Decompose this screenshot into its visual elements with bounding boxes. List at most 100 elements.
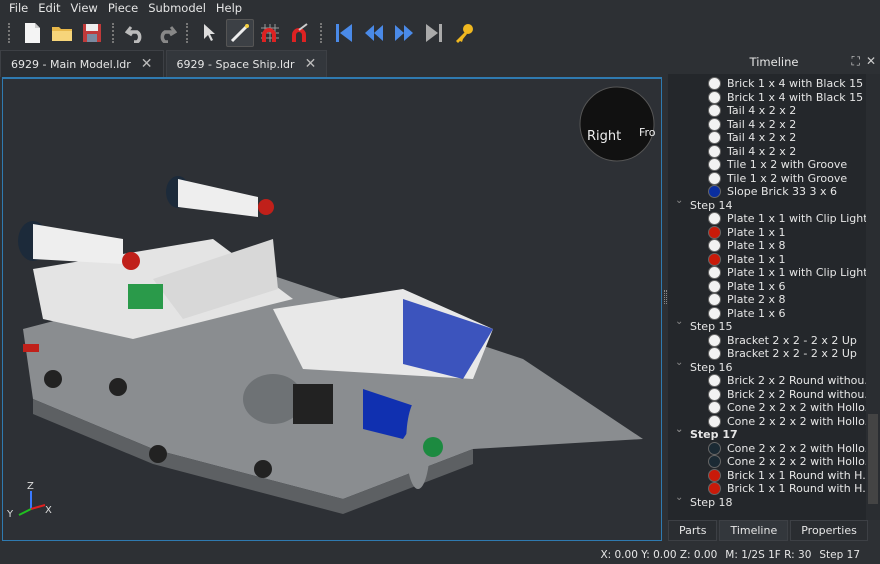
color-swatch-icon bbox=[708, 482, 721, 496]
timeline-piece[interactable]: Slope Brick 33 3 x 6 bbox=[668, 185, 866, 199]
timeline-piece[interactable]: Brick 2 x 2 Round withou... bbox=[668, 387, 866, 402]
timeline-piece[interactable]: Bracket 2 x 2 - 2 x 2 Up bbox=[668, 347, 866, 361]
color-swatch-icon bbox=[708, 158, 721, 172]
item-label: Plate 1 x 8 bbox=[727, 239, 786, 253]
timeline-piece[interactable]: Brick 1 x 4 with Black 15 ... bbox=[668, 77, 866, 91]
tab-timeline[interactable]: Timeline bbox=[719, 520, 789, 541]
item-label: Plate 1 x 1 bbox=[727, 252, 786, 266]
timeline-step[interactable]: Step 14 bbox=[668, 195, 866, 213]
timeline-step[interactable]: Step 15 bbox=[668, 316, 866, 334]
timeline-step[interactable]: Step 16 bbox=[668, 357, 866, 375]
view-sphere[interactable]: Right Fro bbox=[579, 86, 656, 162]
next-step-icon[interactable] bbox=[390, 19, 418, 47]
timeline-piece[interactable]: Cone 2 x 2 x 2 with Hollo... bbox=[668, 414, 866, 429]
color-swatch-icon bbox=[708, 333, 721, 347]
tab-parts[interactable]: Parts bbox=[668, 520, 718, 541]
item-label: Tail 4 x 2 x 2 bbox=[727, 104, 797, 118]
timeline-piece[interactable]: Plate 1 x 1 with Clip Light... bbox=[668, 212, 866, 226]
tab-properties[interactable]: Properties bbox=[790, 520, 868, 541]
color-swatch-icon bbox=[708, 347, 721, 361]
close-icon[interactable]: ✕ bbox=[866, 54, 876, 69]
close-icon[interactable]: ✕ bbox=[141, 56, 153, 72]
item-label: Step 17 bbox=[690, 428, 738, 442]
timeline-tree[interactable]: Brick 1 x 4 with Black 15 ... Brick 1 x 4… bbox=[668, 74, 866, 520]
timeline-piece[interactable]: Tile 1 x 2 with Groove bbox=[668, 171, 866, 186]
axis-x-label: X bbox=[45, 505, 52, 516]
select-icon[interactable] bbox=[196, 19, 224, 47]
timeline-piece[interactable]: Brick 1 x 4 with Black 15 ... bbox=[668, 90, 866, 105]
timeline-piece[interactable]: Tail 4 x 2 x 2 bbox=[668, 104, 866, 118]
menu-edit[interactable]: Edit bbox=[33, 0, 65, 17]
color-swatch-icon bbox=[708, 131, 721, 145]
snap-angle-icon[interactable] bbox=[286, 19, 314, 47]
item-label: Step 18 bbox=[690, 495, 733, 509]
timeline-step[interactable]: Step 17 bbox=[668, 424, 866, 442]
timeline-piece[interactable]: Plate 1 x 1 bbox=[668, 252, 866, 267]
timeline-piece[interactable]: Cone 2 x 2 x 2 with Hollo... bbox=[668, 401, 866, 415]
save-icon[interactable] bbox=[78, 19, 106, 47]
snap-grid-icon[interactable] bbox=[256, 19, 284, 47]
timeline-piece[interactable]: Plate 1 x 6 bbox=[668, 279, 866, 294]
transform-xyz-icon[interactable] bbox=[226, 19, 254, 47]
close-icon[interactable]: ✕ bbox=[305, 56, 317, 72]
color-swatch-icon bbox=[708, 468, 721, 482]
color-swatch-icon bbox=[708, 212, 721, 226]
color-swatch-icon bbox=[708, 401, 721, 415]
item-label: Brick 1 x 1 Round with H... bbox=[727, 468, 866, 482]
item-label: Plate 1 x 1 with Clip Light... bbox=[727, 266, 866, 280]
color-swatch-icon bbox=[708, 77, 721, 91]
timeline-piece[interactable]: Plate 2 x 8 bbox=[668, 293, 866, 307]
timeline-piece[interactable]: Bracket 2 x 2 - 2 x 2 Up bbox=[668, 333, 866, 348]
toolbar-separator bbox=[112, 23, 116, 43]
float-icon[interactable]: ⛶ bbox=[852, 54, 860, 69]
menu-piece[interactable]: Piece bbox=[103, 0, 143, 17]
timeline-piece[interactable]: Cone 2 x 2 x 2 with Hollo... bbox=[668, 455, 866, 469]
color-swatch-icon bbox=[708, 239, 721, 253]
timeline-piece[interactable]: Plate 1 x 6 bbox=[668, 306, 866, 321]
3d-viewport[interactable]: Right Fro Z X Y bbox=[2, 77, 662, 541]
model-render: Right Fro Z X Y bbox=[6, 86, 656, 520]
item-label: Step 16 bbox=[690, 360, 733, 374]
item-label: Brick 1 x 1 Round with H... bbox=[727, 482, 866, 496]
viewsphere-front-label[interactable]: Fro bbox=[639, 126, 656, 139]
timeline-piece[interactable]: Tail 4 x 2 x 2 bbox=[668, 117, 866, 132]
toolbar-grip[interactable] bbox=[320, 23, 324, 43]
axis-z-label: Z bbox=[27, 481, 34, 492]
timeline-piece[interactable]: Tail 4 x 2 x 2 bbox=[668, 144, 866, 159]
viewsphere-right-label[interactable]: Right bbox=[587, 129, 621, 144]
toolbar bbox=[0, 17, 880, 49]
menu-submodel[interactable]: Submodel bbox=[143, 0, 211, 17]
item-label: Plate 1 x 1 with Clip Light... bbox=[727, 212, 866, 226]
first-step-icon[interactable] bbox=[330, 19, 358, 47]
open-icon[interactable] bbox=[48, 19, 76, 47]
timeline-piece[interactable]: Plate 1 x 1 bbox=[668, 225, 866, 240]
timeline-piece[interactable]: Tail 4 x 2 x 2 bbox=[668, 131, 866, 145]
last-step-icon[interactable] bbox=[420, 19, 448, 47]
color-swatch-icon bbox=[708, 374, 721, 388]
undo-icon[interactable] bbox=[122, 19, 150, 47]
previous-step-icon[interactable] bbox=[360, 19, 388, 47]
item-label: Tail 4 x 2 x 2 bbox=[727, 131, 797, 145]
redo-icon[interactable] bbox=[152, 19, 180, 47]
timeline-piece[interactable]: Tile 1 x 2 with Groove bbox=[668, 158, 866, 172]
new-icon[interactable] bbox=[18, 19, 46, 47]
tab-main-model[interactable]: 6929 - Main Model.ldr ✕ bbox=[0, 50, 164, 77]
timeline-piece[interactable]: Cone 2 x 2 x 2 with Hollo... bbox=[668, 441, 866, 456]
timeline-piece[interactable]: Brick 1 x 1 Round with H... bbox=[668, 468, 866, 483]
toolbar-grip[interactable] bbox=[8, 23, 12, 43]
tab-space-ship[interactable]: 6929 - Space Ship.ldr ✕ bbox=[165, 50, 328, 77]
timeline-step[interactable]: Step 18 bbox=[668, 492, 866, 510]
timeline-piece[interactable]: Plate 1 x 8 bbox=[668, 239, 866, 253]
menu-file[interactable]: File bbox=[4, 0, 33, 17]
panel-splitter[interactable] bbox=[664, 290, 667, 304]
timeline-piece[interactable]: Brick 1 x 1 Round with H... bbox=[668, 482, 866, 496]
menu-help[interactable]: Help bbox=[211, 0, 247, 17]
axis-gizmo: Z X Y bbox=[6, 481, 52, 520]
menu-view[interactable]: View bbox=[66, 0, 103, 17]
scrollbar-thumb[interactable] bbox=[868, 414, 878, 504]
timeline-piece[interactable]: Brick 2 x 2 Round withou... bbox=[668, 374, 866, 388]
item-label: Cone 2 x 2 x 2 with Hollo... bbox=[727, 455, 866, 469]
key-icon[interactable] bbox=[450, 19, 478, 47]
scrollbar[interactable] bbox=[866, 74, 880, 520]
timeline-piece[interactable]: Plate 1 x 1 with Clip Light... bbox=[668, 266, 866, 280]
